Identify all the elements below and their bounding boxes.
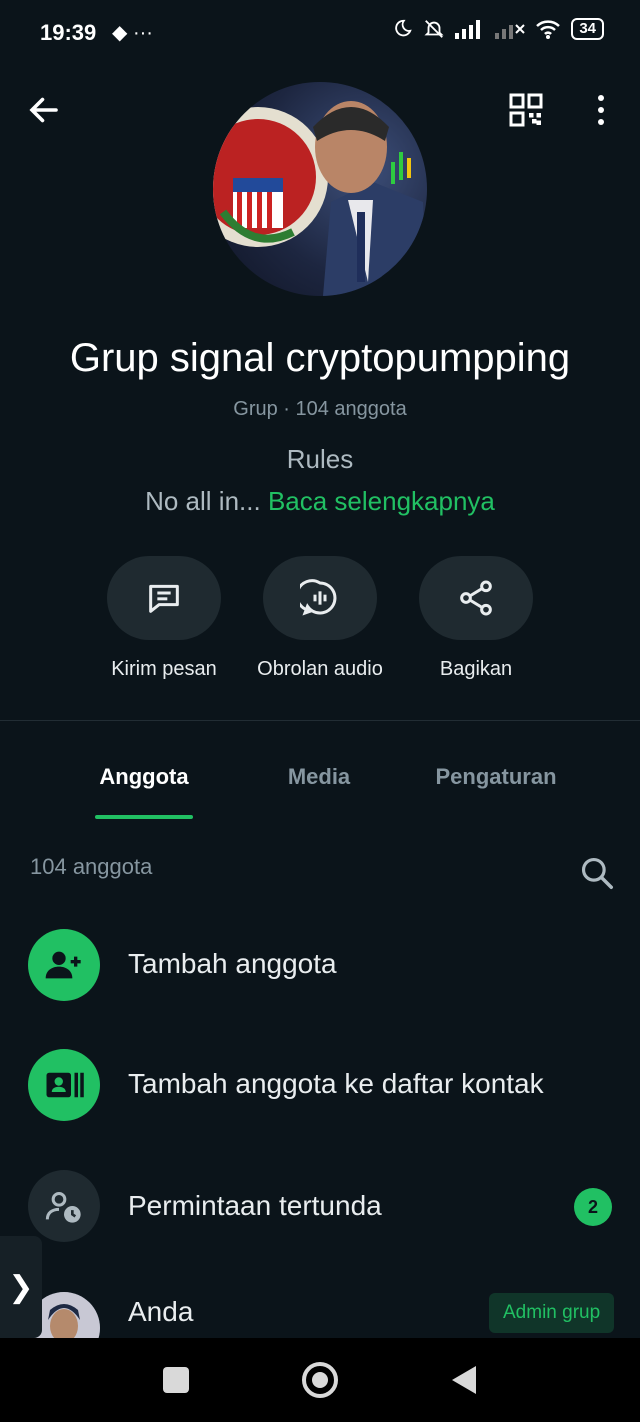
message-icon: [149, 584, 179, 613]
share-icon: [460, 580, 492, 616]
status-icons: 34: [391, 18, 604, 40]
recent-apps-button[interactable]: [152, 1356, 200, 1404]
audio-chat-button[interactable]: [263, 556, 377, 640]
members-count: 104 anggota: [30, 854, 153, 879]
add-to-contacts-row[interactable]: Tambah anggota ke daftar kontak: [128, 1068, 544, 1100]
moon-icon: [395, 19, 413, 37]
side-panel-handle[interactable]: ❯: [0, 1236, 42, 1338]
avatar-image: [213, 101, 427, 296]
tab-media[interactable]: Media: [260, 764, 378, 790]
tab-anggota[interactable]: Anggota: [85, 764, 203, 790]
group-avatar[interactable]: [213, 82, 427, 296]
arrow-left-icon: [29, 97, 58, 123]
qr-code-button[interactable]: [508, 92, 544, 128]
pending-requests-icon-wrap[interactable]: [28, 1170, 100, 1242]
send-message-button[interactable]: [107, 556, 221, 640]
add-member-row[interactable]: Tambah anggota: [128, 948, 337, 980]
back-button[interactable]: [26, 92, 62, 128]
group-meta: Grup · 104 anggota: [233, 398, 407, 420]
pending-requests-row[interactable]: Permintaan tertunda: [128, 1190, 382, 1222]
description-body: No all in... Baca selengkapnya: [0, 486, 640, 517]
pending-count-badge: 2: [574, 1188, 612, 1226]
search-icon: [581, 857, 613, 889]
signal-icon: [455, 20, 481, 39]
share-label: Bagikan: [439, 658, 513, 680]
admin-badge: Admin grup: [489, 1293, 615, 1333]
add-to-contacts-icon-wrap[interactable]: [28, 1049, 100, 1121]
description-text: No all in...: [145, 486, 261, 516]
signal-off-icon: [495, 24, 526, 39]
audio-chat-label: Obrolan audio: [257, 658, 383, 680]
search-members-button[interactable]: [578, 854, 616, 892]
contact-card-icon: [46, 1072, 84, 1098]
bell-muted-icon: [424, 20, 444, 38]
send-message-label: Kirim pesan: [111, 658, 217, 680]
share-button[interactable]: [419, 556, 533, 640]
self-member-row[interactable]: Anda: [128, 1296, 193, 1328]
description-title: Rules: [286, 444, 354, 474]
add-person-icon: [45, 951, 81, 979]
circle-home-icon: [302, 1362, 338, 1398]
add-member-icon-wrap[interactable]: [28, 929, 100, 1001]
wifi-icon: [536, 20, 561, 39]
tab-pengaturan[interactable]: Pengaturan: [420, 764, 572, 790]
more-options-button[interactable]: [586, 92, 616, 128]
group-name: Grup signal cryptopumpping: [69, 336, 571, 380]
square-icon: [163, 1367, 189, 1393]
triangle-back-icon: [452, 1366, 476, 1394]
audio-chat-icon: [300, 579, 337, 616]
home-button[interactable]: [296, 1356, 344, 1404]
battery-indicator: 34: [571, 18, 604, 40]
status-time: 19:39: [40, 20, 97, 45]
pending-person-icon: [45, 1192, 81, 1223]
more-vertical-icon: [598, 95, 604, 125]
status-notification-icons: ◆ ···: [112, 22, 153, 44]
read-more-link[interactable]: Baca selengkapnya: [268, 486, 495, 516]
back-nav-button[interactable]: [440, 1356, 488, 1404]
section-divider: [0, 720, 640, 721]
chevron-right-icon: ❯: [8, 1270, 34, 1304]
active-tab-indicator: [95, 815, 193, 819]
qr-code-icon: [509, 93, 543, 127]
